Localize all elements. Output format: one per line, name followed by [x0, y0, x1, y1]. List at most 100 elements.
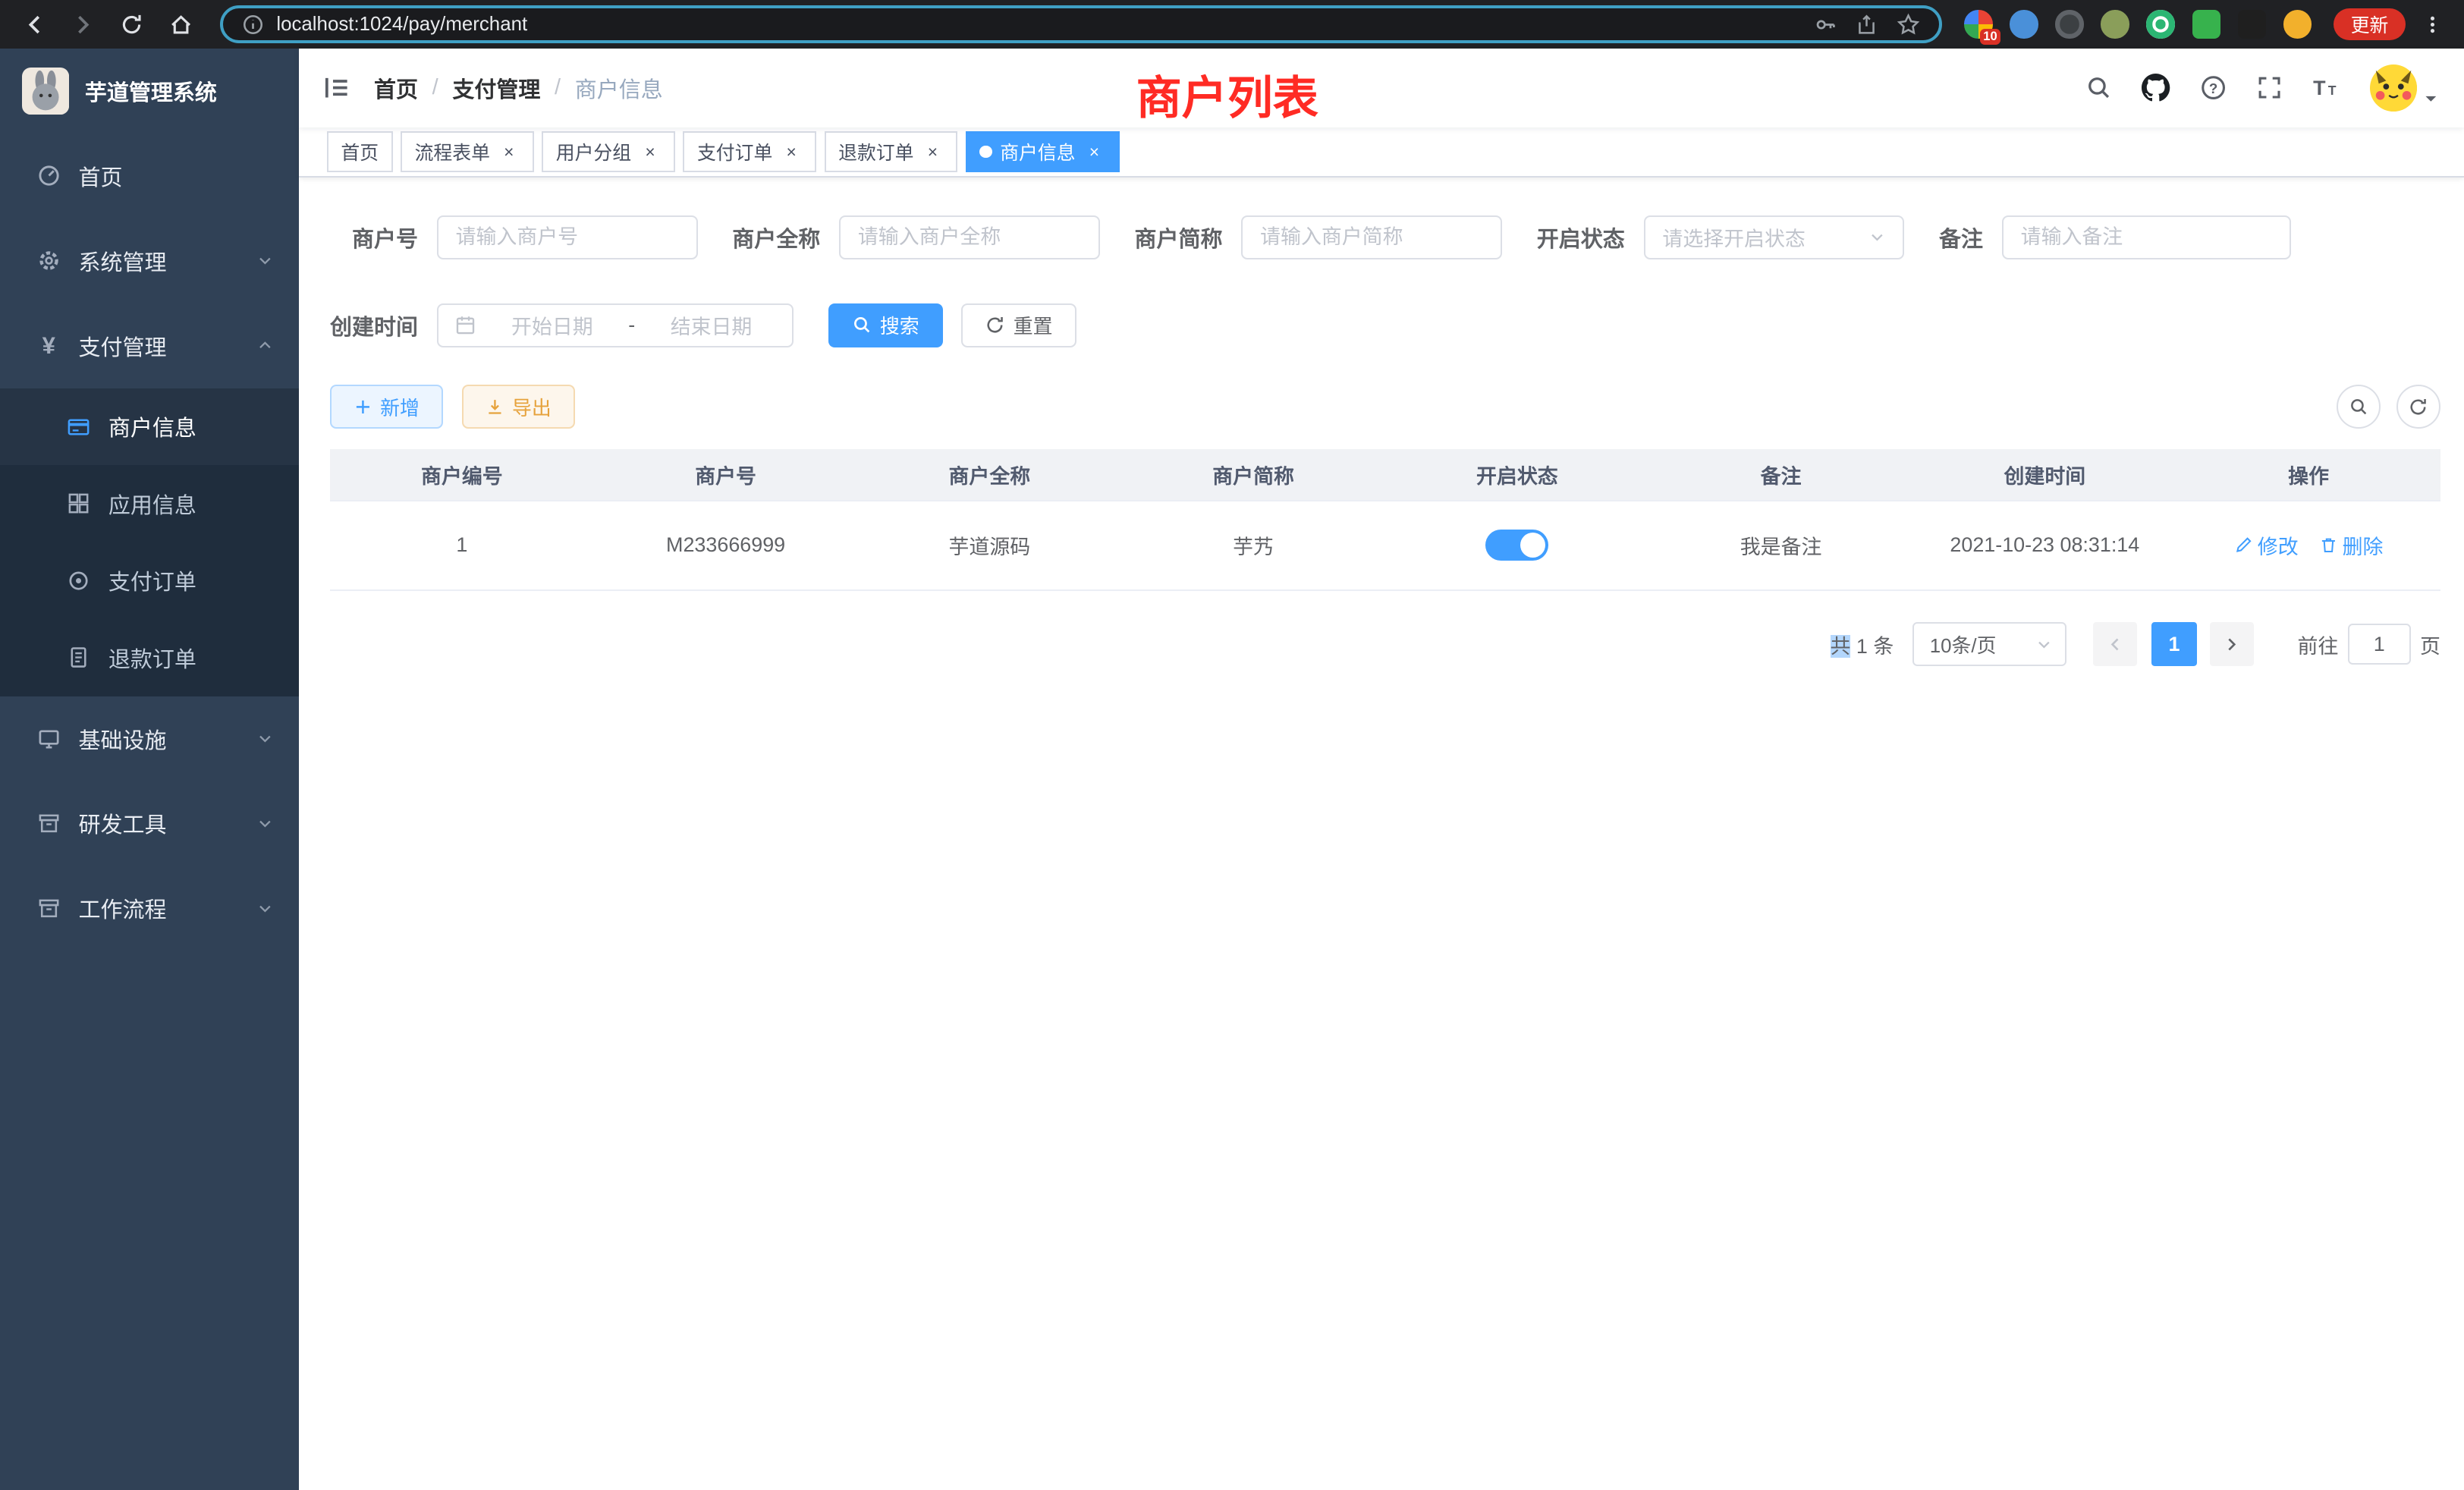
- date-separator: -: [628, 313, 635, 337]
- github-icon[interactable]: [2142, 74, 2170, 102]
- tab-user-group[interactable]: 用户分组×: [542, 131, 675, 172]
- goto-label: 前往: [2298, 630, 2339, 659]
- tab-refund-order[interactable]: 退款订单×: [825, 131, 958, 172]
- tab-merchant-info[interactable]: 商户信息×: [966, 131, 1120, 172]
- aim-circle-icon: [64, 569, 93, 593]
- date-start-placeholder[interactable]: 开始日期: [487, 310, 618, 340]
- extension-icon-black[interactable]: [2238, 10, 2266, 38]
- back-button[interactable]: [16, 5, 54, 43]
- extension-icon-avatar[interactable]: [2101, 10, 2129, 38]
- sidebar-item-dev-tools[interactable]: 研发工具: [0, 781, 299, 866]
- pagination-total: 共 1 条: [1831, 630, 1894, 659]
- status-select[interactable]: 请选择开启状态: [1644, 215, 1905, 259]
- browser-menu-icon[interactable]: [2422, 14, 2444, 36]
- page-size-select[interactable]: 10条/页: [1912, 622, 2066, 666]
- site-info-icon[interactable]: [242, 14, 264, 36]
- column-header: 开启状态: [1385, 460, 1649, 489]
- sidebar-item-app-info[interactable]: 应用信息: [0, 465, 299, 542]
- table-row: 1 M233666999 芋道源码 芋艿 我是备注 2021-10-23 08:…: [330, 501, 2440, 591]
- sidebar-item-merchant-info[interactable]: 商户信息: [0, 388, 299, 466]
- tab-pay-order[interactable]: 支付订单 ×: [683, 131, 816, 172]
- reload-button[interactable]: [113, 5, 151, 43]
- column-header: 商户全称: [857, 460, 1121, 489]
- close-icon[interactable]: ×: [781, 140, 803, 162]
- sidebar-item-home[interactable]: 首页: [0, 134, 299, 218]
- edit-link[interactable]: 修改: [2234, 530, 2299, 560]
- refresh-table-button[interactable]: [2396, 385, 2440, 429]
- export-button[interactable]: 导出: [462, 385, 575, 429]
- delete-link[interactable]: 删除: [2319, 530, 2384, 560]
- toggle-search-button[interactable]: [2337, 385, 2381, 429]
- close-icon[interactable]: ×: [1083, 140, 1105, 162]
- search-icon[interactable]: [2085, 74, 2112, 101]
- font-size-icon[interactable]: TT: [2312, 75, 2340, 100]
- filter-short-name: 商户简称: [1135, 215, 1503, 259]
- user-avatar[interactable]: [2370, 64, 2439, 112]
- app-logo[interactable]: 芋道管理系统: [0, 49, 299, 134]
- extension-icon-dark[interactable]: [2055, 10, 2083, 38]
- tab-label: 支付订单: [697, 138, 772, 165]
- date-range-picker[interactable]: 开始日期 - 结束日期: [437, 303, 794, 347]
- home-button[interactable]: [162, 5, 200, 43]
- column-header: 创建时间: [1912, 460, 2176, 489]
- close-icon[interactable]: ×: [639, 140, 661, 162]
- dashboard-icon: [35, 164, 63, 187]
- full-name-input-wrap: [839, 215, 1100, 259]
- sidebar-item-pay-order[interactable]: 支付订单: [0, 542, 299, 620]
- address-bar[interactable]: localhost:1024/pay/merchant: [220, 5, 1942, 43]
- merchant-no-input[interactable]: [456, 225, 679, 249]
- short-name-input[interactable]: [1260, 225, 1483, 249]
- tab-process-form[interactable]: 流程表单×: [401, 131, 534, 172]
- breadcrumb-current: 商户信息: [575, 72, 663, 104]
- close-icon[interactable]: ×: [922, 140, 944, 162]
- extension-icon-colorful[interactable]: 10: [1964, 10, 1992, 38]
- share-icon[interactable]: [1856, 14, 1878, 36]
- help-icon[interactable]: ?: [2200, 74, 2227, 101]
- sidebar-item-label: 退款订单: [108, 642, 196, 674]
- search-button[interactable]: 搜索: [828, 303, 943, 347]
- goto-unit-label: 页: [2420, 630, 2440, 659]
- page-number-button[interactable]: 1: [2151, 622, 2197, 666]
- fullscreen-icon[interactable]: [2257, 75, 2282, 100]
- breadcrumb-payment[interactable]: 支付管理: [452, 72, 540, 104]
- svg-text:?: ?: [2209, 80, 2217, 96]
- extension-icon-green-square[interactable]: [2192, 10, 2220, 38]
- sidebar-toggle-icon[interactable]: [299, 74, 374, 102]
- sidebar-item-workflow[interactable]: 工作流程: [0, 866, 299, 951]
- cell-id: 1: [330, 533, 594, 557]
- reset-button[interactable]: 重置: [961, 303, 1076, 347]
- profile-avatar-icon[interactable]: [2283, 10, 2312, 38]
- page-annotation: 商户列表: [1136, 61, 1318, 127]
- merchant-table: 商户编号 商户号 商户全称 商户简称 开启状态 备注 创建时间 操作 1 M23…: [330, 449, 2440, 590]
- next-page-button[interactable]: [2210, 622, 2254, 666]
- column-header: 商户简称: [1121, 460, 1385, 489]
- sidebar-item-payment[interactable]: ¥ 支付管理: [0, 303, 299, 388]
- password-key-icon[interactable]: [1814, 13, 1837, 36]
- extension-icon-blue[interactable]: [2010, 10, 2038, 38]
- full-name-input[interactable]: [858, 225, 1081, 249]
- sidebar-item-label: 支付订单: [108, 564, 196, 596]
- url-text[interactable]: localhost:1024/pay/merchant: [276, 14, 527, 36]
- goto-page-input[interactable]: [2348, 624, 2411, 665]
- cell-short-name: 芋艿: [1121, 530, 1385, 560]
- logo-rabbit-icon: [22, 68, 69, 115]
- bookmark-star-icon[interactable]: [1897, 13, 1920, 36]
- extension-icon-green[interactable]: [2146, 10, 2174, 38]
- remark-input[interactable]: [2021, 225, 2273, 249]
- close-icon[interactable]: ×: [498, 140, 520, 162]
- field-label: 备注: [1939, 222, 1983, 253]
- delete-link-label: 删除: [2343, 530, 2384, 560]
- sidebar-item-system[interactable]: 系统管理: [0, 218, 299, 303]
- date-end-placeholder[interactable]: 结束日期: [646, 310, 777, 340]
- chrome-update-button[interactable]: 更新: [2334, 8, 2406, 39]
- prev-page-button[interactable]: [2093, 622, 2137, 666]
- forward-button[interactable]: [64, 5, 102, 43]
- sidebar-item-refund-order[interactable]: 退款订单: [0, 619, 299, 696]
- sidebar-item-infrastructure[interactable]: 基础设施: [0, 696, 299, 781]
- merchant-no-input-wrap: [437, 215, 698, 259]
- tab-home[interactable]: 首页: [327, 131, 393, 172]
- tags-view-bar: 首页 流程表单× 用户分组× 支付订单 × 退款订单× 商户信息×: [299, 127, 2464, 178]
- status-toggle[interactable]: [1485, 530, 1548, 561]
- breadcrumb-home[interactable]: 首页: [374, 72, 418, 104]
- add-button[interactable]: 新增: [330, 385, 443, 429]
